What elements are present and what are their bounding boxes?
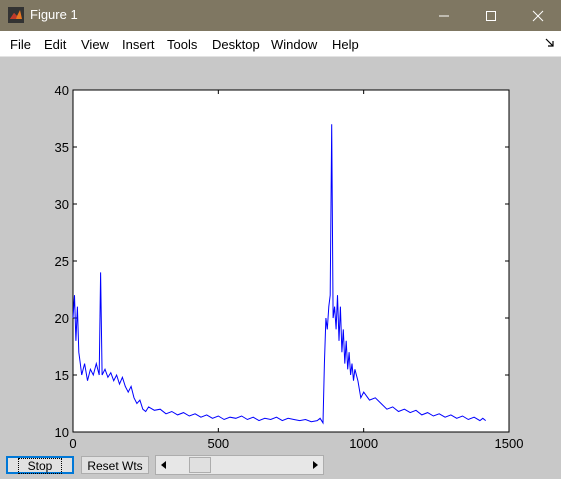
slider-left-arrow[interactable] — [156, 456, 172, 474]
y-tick-label: 30 — [55, 197, 69, 212]
stop-button[interactable]: Stop — [6, 456, 74, 474]
y-tick-label: 35 — [55, 140, 69, 155]
y-tick-label: 20 — [55, 311, 69, 326]
x-tick-label: 0 — [69, 436, 76, 451]
y-tick-label: 25 — [55, 254, 69, 269]
triangle-left-icon — [161, 461, 166, 469]
slider-thumb[interactable] — [188, 457, 211, 473]
y-tick-label: 40 — [55, 83, 69, 98]
reset-weights-button[interactable]: Reset Wts — [81, 456, 149, 474]
x-tick-label: 500 — [207, 436, 229, 451]
slider-right-arrow[interactable] — [307, 456, 323, 474]
line-chart: 0 500 1000 1500 10 15 20 25 30 35 40 — [55, 83, 524, 451]
plot-axes — [72, 89, 510, 433]
y-tick-label: 10 — [55, 425, 69, 440]
x-tick-label: 1000 — [349, 436, 378, 451]
horizontal-slider[interactable] — [155, 455, 324, 475]
x-tick-label: 1500 — [495, 436, 524, 451]
stop-button-label: Stop — [17, 458, 63, 474]
triangle-right-icon — [313, 461, 318, 469]
y-tick-label: 15 — [55, 368, 69, 383]
